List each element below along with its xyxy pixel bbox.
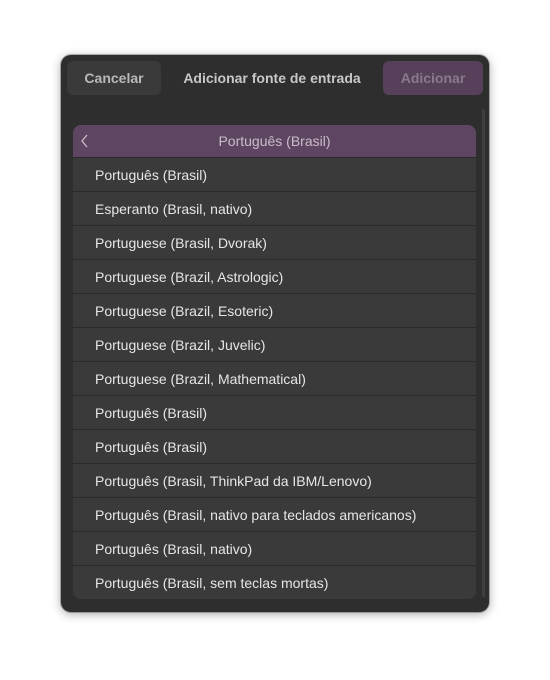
- list-item[interactable]: Portuguese (Brazil, Astrologic): [73, 260, 476, 294]
- list-item[interactable]: Portuguese (Brazil, Esoteric): [73, 294, 476, 328]
- list-item-label: Português (Brasil): [95, 438, 208, 455]
- list-item-label: Portuguese (Brazil, Esoteric): [95, 302, 274, 319]
- list-item-label: Português (Brasil): [95, 166, 208, 183]
- list-item[interactable]: Portuguese (Brazil, Mathematical): [73, 362, 476, 396]
- add-input-source-dialog: Cancelar Adicionar fonte de entrada Adic…: [61, 55, 489, 612]
- list-item-label: Portuguese (Brazil, Mathematical): [95, 370, 306, 387]
- list-item[interactable]: Português (Brasil, nativo para teclados …: [73, 498, 476, 532]
- add-button[interactable]: Adicionar: [383, 61, 483, 95]
- list-item-label: Português (Brasil, sem teclas mortas): [95, 574, 329, 591]
- layout-list: Português (Brasil) Português (Brasil) Es…: [73, 125, 476, 599]
- dialog-title: Adicionar fonte de entrada: [183, 70, 361, 86]
- cancel-button[interactable]: Cancelar: [67, 61, 161, 95]
- list-item-label: Esperanto (Brasil, nativo): [95, 200, 253, 217]
- list-item[interactable]: Esperanto (Brasil, nativo): [73, 192, 476, 226]
- chevron-left-icon[interactable]: [79, 133, 91, 149]
- list-item-label: Português (Brasil, nativo): [95, 540, 253, 557]
- list-item-label: Português (Brasil): [95, 404, 208, 421]
- list-item-label: Português (Brasil, ThinkPad da IBM/Lenov…: [95, 472, 372, 489]
- list-item[interactable]: Portuguese (Brasil, Dvorak): [73, 226, 476, 260]
- list-item[interactable]: Português (Brasil): [73, 430, 476, 464]
- list-item-label: Portuguese (Brazil, Astrologic): [95, 268, 284, 285]
- dialog-header: Cancelar Adicionar fonte de entrada Adic…: [61, 55, 489, 101]
- language-header-label: Português (Brasil): [218, 133, 331, 149]
- list-item[interactable]: Português (Brasil): [73, 158, 476, 192]
- list-item[interactable]: Português (Brasil, sem teclas mortas): [73, 566, 476, 599]
- list-item[interactable]: Português (Brasil, nativo): [73, 532, 476, 566]
- list-item-label: Português (Brasil, nativo para teclados …: [95, 506, 417, 523]
- list-item[interactable]: Português (Brasil): [73, 396, 476, 430]
- language-back-row[interactable]: Português (Brasil): [73, 125, 476, 158]
- list-item[interactable]: Portuguese (Brazil, Juvelic): [73, 328, 476, 362]
- list-item[interactable]: Português (Brasil, ThinkPad da IBM/Lenov…: [73, 464, 476, 498]
- list-item-label: Portuguese (Brazil, Juvelic): [95, 336, 266, 353]
- list-item-label: Portuguese (Brasil, Dvorak): [95, 234, 267, 251]
- list-scrollbar[interactable]: [482, 109, 485, 597]
